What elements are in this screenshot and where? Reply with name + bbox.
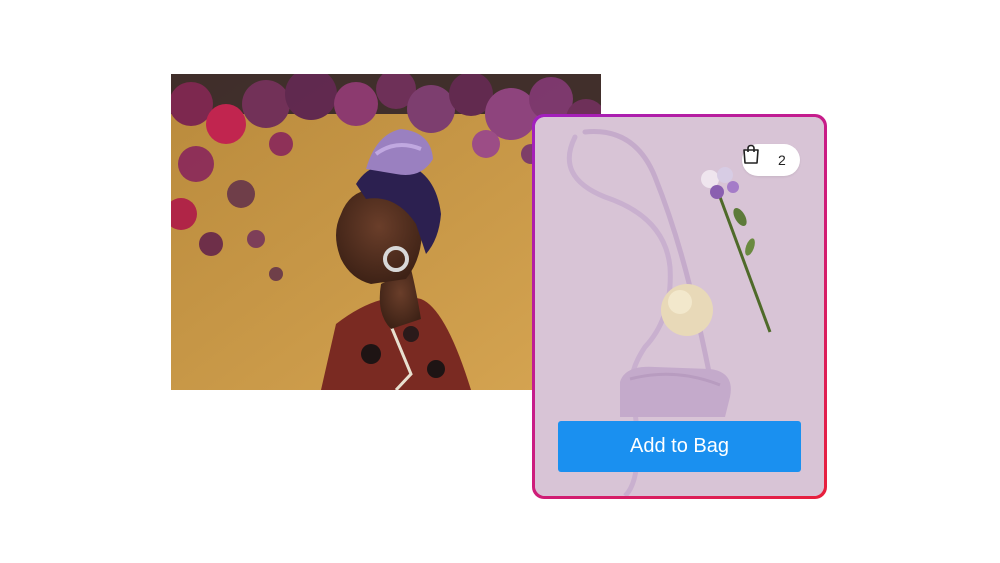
add-to-bag-button[interactable]: Add to Bag [558, 421, 801, 472]
bag-count: 2 [778, 152, 786, 168]
shopping-bag-icon [743, 144, 770, 170]
product-card: 2 Add to Bag [532, 114, 827, 499]
product-card-body: 2 Add to Bag [535, 117, 824, 496]
ad-stage: 2 Add to Bag [0, 0, 1000, 563]
bag-count-badge[interactable]: 2 [742, 144, 800, 176]
